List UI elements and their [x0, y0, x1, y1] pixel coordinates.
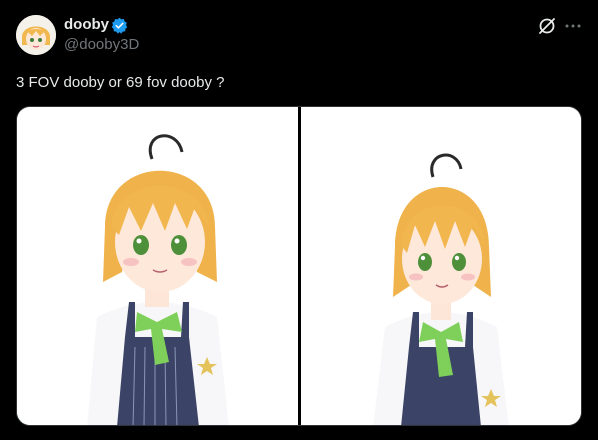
anime-character-image-icon	[17, 107, 298, 425]
anime-character-image-icon	[301, 107, 581, 425]
avatar-anime-girl-icon	[16, 15, 56, 55]
author-display-name[interactable]: dooby	[64, 16, 109, 34]
grok-icon[interactable]	[537, 16, 557, 36]
author-handle[interactable]: @dooby3D	[64, 36, 139, 54]
media-image-left[interactable]	[17, 107, 298, 425]
media-image-right[interactable]	[301, 107, 581, 425]
more-options-icon[interactable]	[563, 16, 583, 36]
avatar[interactable]	[16, 15, 56, 55]
media-grid[interactable]	[16, 106, 582, 426]
verified-badge-icon	[111, 17, 128, 34]
post-text: 3 FOV dooby or 69 fov dooby ?	[16, 74, 225, 91]
